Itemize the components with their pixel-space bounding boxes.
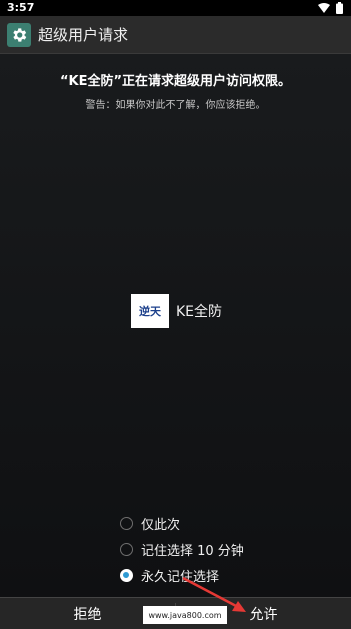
request-headline: “KE全防”正在请求超级用户访问权限。 <box>59 74 292 89</box>
requesting-app: 逆天 KE全防 <box>131 294 222 328</box>
radio-10-minutes[interactable] <box>120 542 133 556</box>
app-logo: 逆天 <box>131 294 169 328</box>
radio-forever[interactable] <box>120 568 133 582</box>
action-bar: 超级用户请求 <box>0 16 351 54</box>
option-once[interactable]: 仅此次 <box>120 510 244 536</box>
option-10-minutes[interactable]: 记住选择 10 分钟 <box>120 536 244 562</box>
option-forever[interactable]: 永久记住选择 <box>120 562 244 588</box>
watermark: www.java800.com <box>143 606 227 624</box>
option-10-minutes-label: 记住选择 10 分钟 <box>141 543 244 559</box>
wifi-icon <box>318 3 330 13</box>
status-icons <box>318 2 343 14</box>
remember-options: 仅此次 记住选择 10 分钟 永久记住选择 <box>120 510 244 588</box>
gear-icon <box>7 22 31 47</box>
app-name: KE全防 <box>176 304 223 320</box>
page-title: 超级用户请求 <box>38 26 129 44</box>
status-bar: 3:57 <box>0 0 351 16</box>
battery-icon <box>336 2 343 14</box>
request-warning: 警告：如果你对此不了解，你应该拒绝。 <box>85 100 266 111</box>
option-forever-label: 永久记住选择 <box>141 569 220 585</box>
superuser-request-panel: “KE全防”正在请求超级用户访问权限。 警告：如果你对此不了解，你应该拒绝。 逆… <box>0 54 351 597</box>
status-time: 3:57 <box>7 1 35 14</box>
option-once-label: 仅此次 <box>141 517 181 533</box>
radio-once[interactable] <box>120 516 133 530</box>
